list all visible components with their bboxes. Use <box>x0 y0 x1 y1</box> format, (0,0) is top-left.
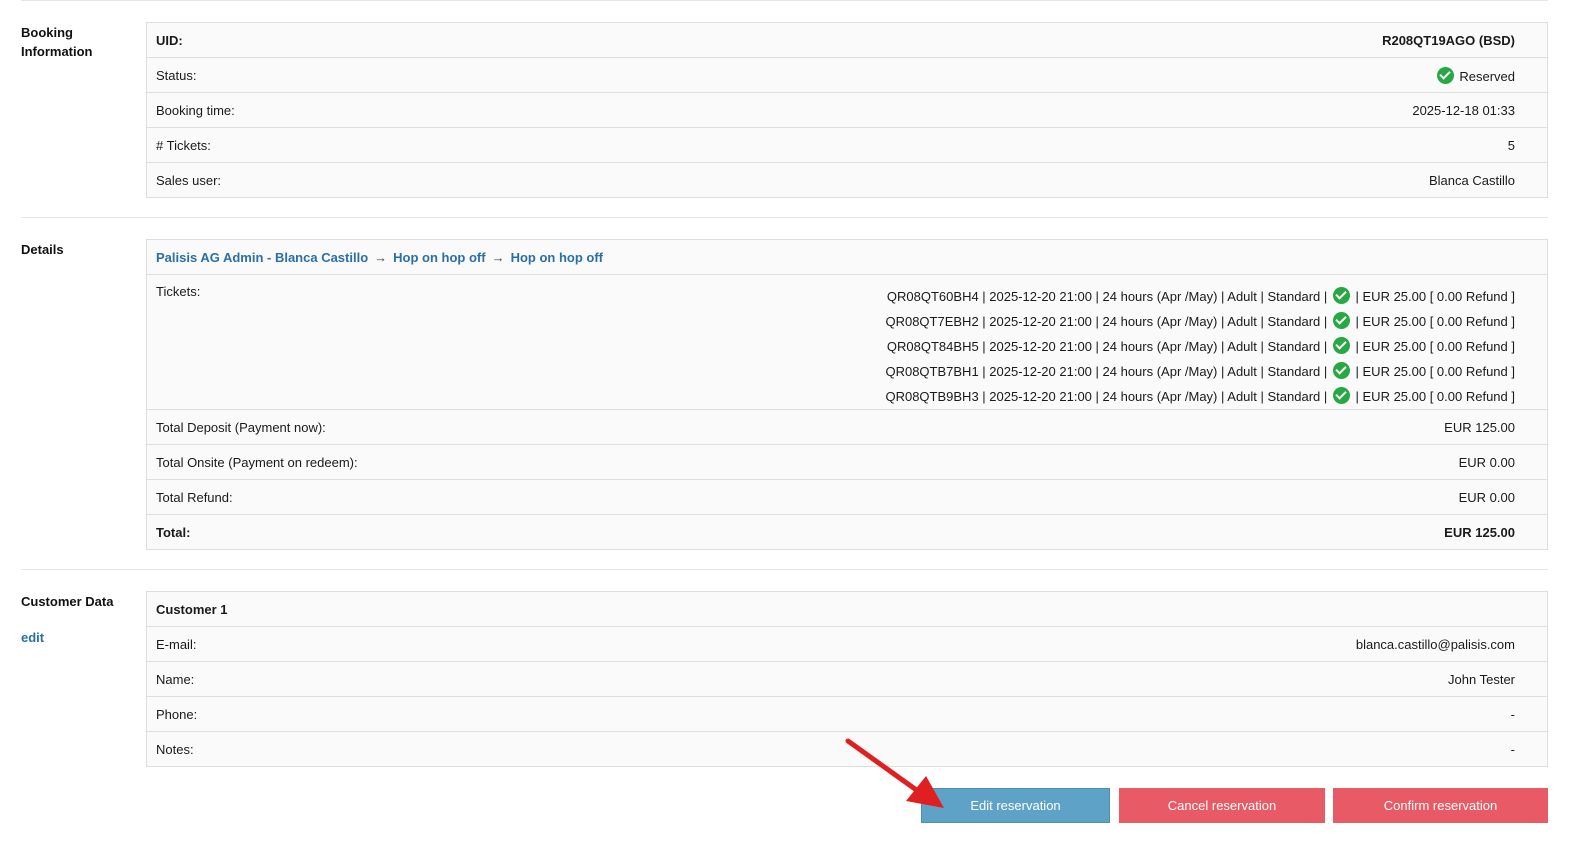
table-row: Tickets: QR08QT60BH4 | 2025-12-20 21:00 … <box>146 274 1548 410</box>
section-divider <box>21 217 1548 218</box>
ticket-price: | EUR 25.00 [ 0.00 Refund ] <box>1355 389 1515 404</box>
ticket-info: QR08QT7EBH2 | 2025-12-20 21:00 | 24 hour… <box>885 314 1328 329</box>
phone-value: - <box>429 696 1548 732</box>
breadcrumb-link-product[interactable]: Hop on hop off <box>393 250 485 265</box>
ticket-line: QR08QTB7BH1 | 2025-12-20 21:00 | 24 hour… <box>491 359 1515 384</box>
check-circle-icon <box>1332 337 1350 354</box>
check-circle-icon <box>1332 312 1350 329</box>
section-divider <box>21 569 1548 570</box>
total-onsite-label: Total Onsite (Payment on redeem): <box>146 444 482 480</box>
top-divider <box>21 0 1548 1</box>
sales-user-label: Sales user: <box>146 162 618 198</box>
details-table: Palisis AG Admin - Blanca Castillo → Hop o… <box>146 239 1548 550</box>
ticket-line: QR08QT84BH5 | 2025-12-20 21:00 | 24 hour… <box>491 334 1515 359</box>
check-circle-icon <box>1436 66 1454 84</box>
total-refund-value: EUR 0.00 <box>481 479 1548 515</box>
total-value: EUR 125.00 <box>481 514 1548 550</box>
table-row: UID: R208QT19AGO (BSD) <box>146 22 1548 58</box>
notes-value: - <box>429 731 1548 767</box>
breadcrumb-link-owner[interactable]: Palisis AG Admin - Blanca Castillo <box>156 250 368 265</box>
name-value: John Tester <box>429 661 1548 697</box>
uid-value: R208QT19AGO (BSD) <box>617 22 1548 58</box>
ticket-line: QR08QT60BH4 | 2025-12-20 21:00 | 24 hour… <box>491 284 1515 309</box>
table-row: Status: Reserved <box>146 57 1548 93</box>
confirm-reservation-button[interactable]: Confirm reservation <box>1333 788 1548 823</box>
tickets-list: QR08QT60BH4 | 2025-12-20 21:00 | 24 hour… <box>481 274 1548 410</box>
arrow-right-icon: → <box>491 249 505 265</box>
status-badge: Reserved <box>1459 68 1515 84</box>
ticket-price: | EUR 25.00 [ 0.00 Refund ] <box>1355 339 1515 354</box>
table-row: Sales user: Blanca Castillo <box>146 162 1548 198</box>
edit-reservation-button[interactable]: Edit reservation <box>921 788 1110 823</box>
check-circle-icon <box>1332 287 1350 304</box>
table-row: Total: EUR 125.00 <box>146 514 1548 550</box>
status-label: Status: <box>146 57 618 93</box>
table-row: Total Refund: EUR 0.00 <box>146 479 1548 515</box>
table-row: Palisis AG Admin - Blanca Castillo → Hop o… <box>146 239 1548 275</box>
table-row: Notes: - <box>146 731 1548 767</box>
total-refund-label: Total Refund: <box>146 479 482 515</box>
ticket-info: QR08QT84BH5 | 2025-12-20 21:00 | 24 hour… <box>886 339 1328 354</box>
breadcrumb: Palisis AG Admin - Blanca Castillo → Hop o… <box>146 239 1548 275</box>
email-value: blanca.castillo@palisis.com <box>429 626 1548 662</box>
phone-label: Phone: <box>146 696 430 732</box>
breadcrumb-link-variant[interactable]: Hop on hop off <box>511 250 603 265</box>
table-row: Total Onsite (Payment on redeem): EUR 0.… <box>146 444 1548 480</box>
check-circle-icon <box>1332 387 1350 404</box>
arrow-right-icon: → <box>374 249 388 265</box>
table-row: E-mail: blanca.castillo@palisis.com <box>146 626 1548 662</box>
ticket-info: QR08QTB9BH3 | 2025-12-20 21:00 | 24 hour… <box>885 389 1328 404</box>
total-onsite-value: EUR 0.00 <box>481 444 1548 480</box>
status-value: Reserved <box>617 57 1548 93</box>
customer-section-label: Customer Data <box>21 594 114 609</box>
total-deposit-value: EUR 125.00 <box>481 409 1548 445</box>
table-row: Total Deposit (Payment now): EUR 125.00 <box>146 409 1548 445</box>
email-label: E-mail: <box>146 626 430 662</box>
table-row: Phone: - <box>146 696 1548 732</box>
total-label: Total: <box>146 514 482 550</box>
total-deposit-label: Total Deposit (Payment now): <box>146 409 482 445</box>
table-row: Booking time: 2025-12-18 01:33 <box>146 92 1548 128</box>
ticket-line: QR08QT7EBH2 | 2025-12-20 21:00 | 24 hour… <box>491 309 1515 334</box>
sales-user-value: Blanca Castillo <box>617 162 1548 198</box>
details-section-label: Details <box>21 242 64 257</box>
ticket-price: | EUR 25.00 [ 0.00 Refund ] <box>1355 289 1515 304</box>
table-row: Name: John Tester <box>146 661 1548 697</box>
ticket-info: QR08QT60BH4 | 2025-12-20 21:00 | 24 hour… <box>886 289 1328 304</box>
uid-label: UID: <box>146 22 618 58</box>
tickets-count-value: 5 <box>617 127 1548 163</box>
ticket-line: QR08QTB9BH3 | 2025-12-20 21:00 | 24 hour… <box>491 384 1515 409</box>
ticket-price: | EUR 25.00 [ 0.00 Refund ] <box>1355 314 1515 329</box>
customer-table: Customer 1 E-mail: blanca.castillo@palis… <box>146 591 1548 767</box>
name-label: Name: <box>146 661 430 697</box>
table-row: Customer 1 <box>146 591 1548 627</box>
ticket-info: QR08QTB7BH1 | 2025-12-20 21:00 | 24 hour… <box>885 364 1328 379</box>
cancel-reservation-button[interactable]: Cancel reservation <box>1119 788 1325 823</box>
table-row: # Tickets: 5 <box>146 127 1548 163</box>
booking-time-label: Booking time: <box>146 92 618 128</box>
customer-heading: Customer 1 <box>146 591 1548 627</box>
tickets-label: Tickets: <box>146 274 482 410</box>
tickets-count-label: # Tickets: <box>146 127 618 163</box>
ticket-price: | EUR 25.00 [ 0.00 Refund ] <box>1355 364 1515 379</box>
booking-section-label: Booking Information <box>21 25 93 59</box>
booking-table: UID: R208QT19AGO (BSD) Status: Reserved … <box>146 22 1548 198</box>
check-circle-icon <box>1332 362 1350 379</box>
booking-time-value: 2025-12-18 01:33 <box>617 92 1548 128</box>
edit-customer-link[interactable]: edit <box>21 630 44 645</box>
notes-label: Notes: <box>146 731 430 767</box>
